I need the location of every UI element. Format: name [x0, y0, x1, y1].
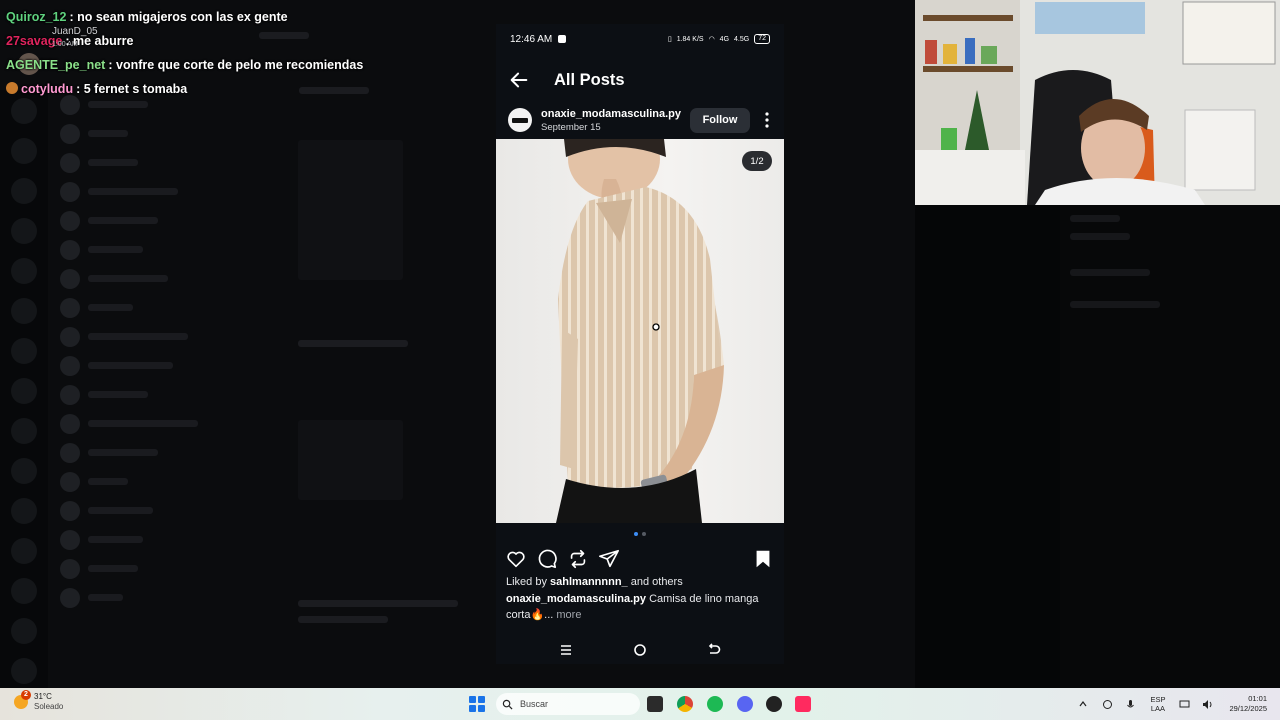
chat-message: vonfre que corte de pelo me recomiendas — [116, 58, 364, 72]
chat-message: no sean migajeros con las ex gente — [77, 10, 288, 24]
post-actions — [496, 546, 784, 572]
chat-line: cotyludu: 5 fernet s tomaba — [6, 77, 476, 101]
net-speed: 1.84 K/S — [676, 35, 704, 43]
search-input[interactable]: Buscar — [496, 693, 640, 715]
post-caption: onaxie_modamasculina.py Camisa de lino m… — [506, 593, 759, 621]
chat-username: AGENTE_pe_net — [6, 58, 106, 72]
signal-label-2: 4.5G — [734, 35, 750, 43]
phone-screen: 12:46 AM ▯ 1.84 K/S ◠ 4G 4.5G 72 All Pos… — [496, 24, 784, 664]
notification-icon — [558, 35, 567, 43]
weather-widget[interactable]: 2 31°C Soleado — [14, 690, 64, 712]
chat-username: cotyludu — [21, 82, 74, 96]
start-button[interactable] — [469, 696, 485, 712]
display-icon[interactable] — [1179, 699, 1190, 710]
heart-icon[interactable] — [505, 548, 527, 570]
status-bar: 12:46 AM ▯ 1.84 K/S ◠ 4G 4.5G 72 — [496, 24, 784, 54]
ghost-time: 1:00 AM — [52, 41, 78, 48]
sun-icon: 2 — [14, 690, 31, 709]
caption-username[interactable]: onaxie_modamasculina.py — [506, 593, 646, 605]
carousel-dot — [642, 532, 646, 536]
clock-time: 01:01 — [1248, 694, 1267, 703]
chat-badge-icon — [6, 82, 18, 94]
discord-icon[interactable] — [737, 696, 753, 712]
recents-icon[interactable] — [558, 642, 574, 658]
server-sidebar — [0, 90, 48, 720]
vibrate-icon: ▯ — [667, 36, 672, 43]
model-shirt-illustration — [556, 139, 724, 523]
file-explorer-icon[interactable] — [647, 696, 663, 712]
back-icon[interactable] — [706, 642, 722, 658]
search-placeholder: Buscar — [520, 699, 549, 709]
android-nav-bar — [496, 638, 784, 662]
clock[interactable]: 01:01 29/12/2025 — [1229, 694, 1267, 714]
page-title: All Posts — [554, 70, 625, 89]
dm-list — [52, 90, 242, 688]
more-options-icon[interactable] — [760, 111, 774, 129]
home-icon[interactable] — [632, 642, 648, 658]
post-photo[interactable]: 1/2 — [496, 139, 784, 523]
carousel-dot — [634, 532, 638, 536]
app-header: All Posts — [496, 60, 784, 100]
bookmark-icon[interactable] — [752, 548, 774, 570]
windows-taskbar: 2 31°C Soleado Buscar ESP LAA 01:01 29/1… — [0, 688, 1280, 720]
post-date: September 15 — [541, 121, 601, 133]
spotify-icon[interactable] — [707, 696, 723, 712]
chevron-up-icon[interactable] — [1079, 700, 1087, 708]
search-icon — [502, 699, 513, 710]
weather-temp: 31°C — [34, 692, 52, 701]
wifi-icon: ◠ — [708, 36, 715, 43]
volume-icon[interactable] — [1202, 699, 1213, 710]
profile-panel — [1060, 205, 1280, 688]
language-indicator[interactable]: ESP LAA — [1150, 695, 1165, 713]
status-time: 12:46 AM — [510, 33, 553, 45]
stream-chat: Quiroz_12: no sean migajeros con las ex … — [6, 5, 476, 101]
comment-icon[interactable] — [536, 548, 558, 570]
share-icon[interactable] — [598, 548, 620, 570]
chat-line: AGENTE_pe_net: vonfre que corte de pelo … — [6, 58, 364, 72]
battery-icon: 72 — [754, 34, 770, 44]
follow-button[interactable]: Follow — [690, 107, 750, 133]
repost-icon[interactable] — [567, 548, 589, 570]
chrome-icon[interactable] — [677, 696, 693, 712]
obs-icon[interactable] — [766, 696, 782, 712]
microphone-icon[interactable] — [1125, 699, 1136, 710]
dm-conversation — [255, 30, 495, 670]
caption-more-link[interactable]: more — [556, 609, 581, 621]
liked-by-user[interactable]: sahlmannnnn_ — [550, 576, 628, 588]
likes-line: Liked by sahlmannnnn_ and others — [506, 576, 683, 588]
chat-username: Quiroz_12 — [6, 10, 67, 24]
system-tray: ESP LAA 01:01 29/12/2025 — [1070, 688, 1280, 720]
carousel-indicator — [496, 532, 784, 536]
carousel-counter: 1/2 — [742, 151, 772, 171]
network-icon[interactable] — [1102, 699, 1113, 710]
post-username[interactable]: onaxie_modamasculina.py — [541, 107, 681, 121]
signal-label: 4G — [719, 35, 730, 43]
screen: { "chat": { "lines": [ {"user": "Quiroz_… — [0, 0, 1280, 720]
tiktok-icon[interactable] — [795, 696, 811, 712]
weather-desc: Soleado — [34, 702, 64, 711]
webcam-scene-illustration — [915, 0, 1280, 205]
avatar[interactable] — [508, 108, 532, 132]
chat-message: 5 fernet s tomaba — [83, 82, 188, 96]
post-header: onaxie_modamasculina.py September 15 Fol… — [496, 102, 784, 138]
webcam-feed — [915, 0, 1280, 205]
clock-date: 29/12/2025 — [1229, 704, 1267, 713]
ghost-username: JuanD_05 — [52, 26, 98, 37]
back-arrow-icon[interactable] — [508, 69, 530, 91]
